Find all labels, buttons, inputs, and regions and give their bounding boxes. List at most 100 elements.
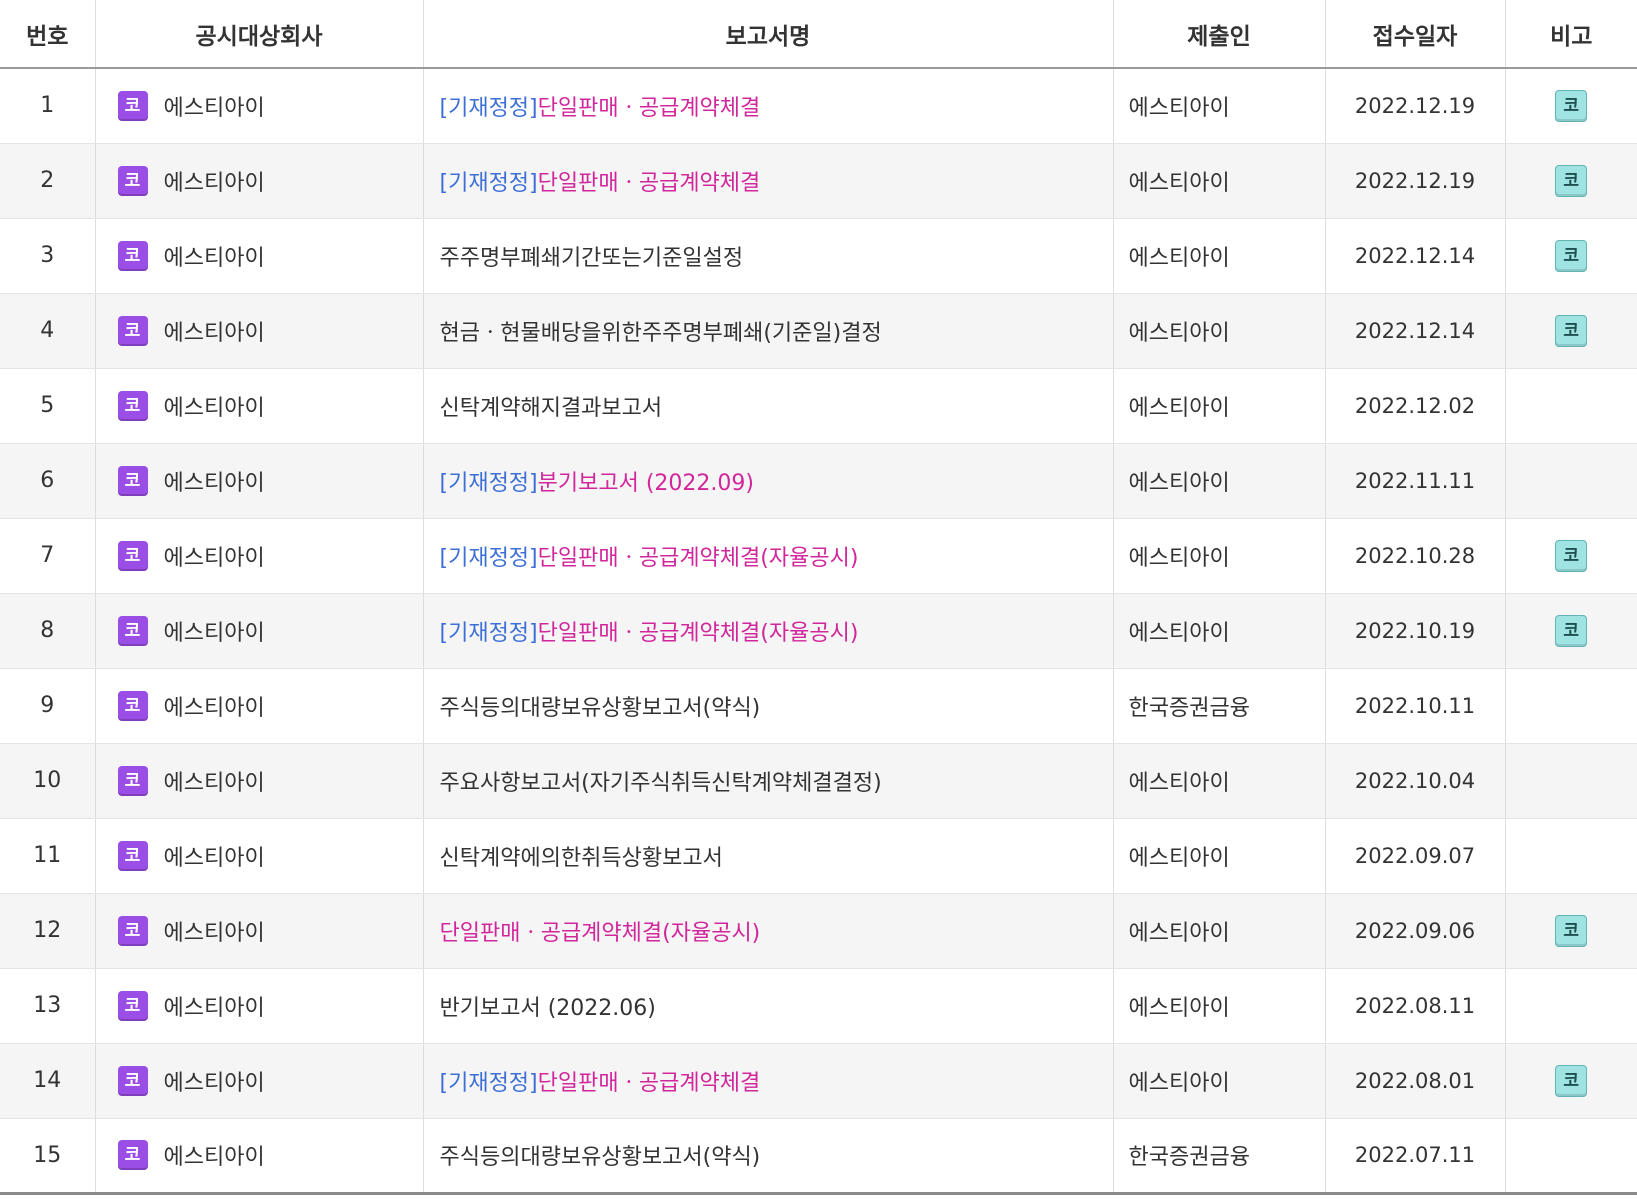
header-company[interactable]: 공시대상회사 [95,0,424,69]
row-number: 5 [0,368,96,444]
row-number-text: 11 [33,843,62,868]
table-row: 10 코 에스티아이 주요사항보고서(자기주식취득신탁계약체결결정) 에스티아이 … [0,743,1637,819]
kosdaq-market-icon: 코 [117,1140,148,1170]
filer-cell: 에스티아이 [1113,968,1326,1044]
company-link[interactable]: 에스티아이 [164,921,265,946]
company-link[interactable]: 에스티아이 [164,771,265,796]
report-link[interactable]: 현금ㆍ현물배당을위한주주명부폐쇄(기준일)결정 [440,321,882,346]
note-cell: 코 [1505,143,1637,219]
header-num[interactable]: 번호 [0,0,96,69]
report-title: 단일판매ㆍ공급계약체결(자율공시) [537,545,859,571]
company-link[interactable]: 에스티아이 [164,471,265,496]
row-number: 3 [0,218,96,294]
report-link[interactable]: 반기보고서 (2022.06) [440,996,656,1021]
receipt-date: 2022.12.14 [1354,243,1476,268]
header-row: 번호 공시대상회사 보고서명 제출인 접수일자 비고 [0,0,1637,69]
report-link[interactable]: 주식등의대량보유상황보고서(약식) [440,696,761,721]
note-cell [1505,368,1637,444]
note-cell: 코 [1505,68,1637,144]
kosdaq-remark-icon: 코 [1555,239,1588,272]
report-link[interactable]: [기재정정]단일판매ㆍ공급계약체결 [440,96,761,121]
row-number-text: 13 [33,993,62,1018]
kosdaq-market-icon: 코 [117,840,148,871]
filer-name: 한국증권금융 [1128,695,1250,721]
table-row: 7 코 에스티아이 [기재정정]단일판매ㆍ공급계약체결(자율공시) 에스티아이 2… [0,518,1637,594]
report-link[interactable]: 주주명부폐쇄기간또는기준일설정 [440,246,744,271]
report-link[interactable]: [기재정정]단일판매ㆍ공급계약체결 [440,1071,761,1096]
company-cell: 코 에스티아이 [95,968,424,1044]
filer-name: 한국증권금융 [1128,1145,1250,1170]
company-link[interactable]: 에스티아이 [164,1145,265,1170]
receipt-date: 2022.09.07 [1354,843,1476,868]
filer-cell: 에스티아이 [1113,743,1326,819]
note-cell: 코 [1505,293,1637,369]
row-number: 8 [0,593,96,669]
company-link[interactable]: 에스티아이 [164,246,265,271]
row-number-text: 14 [33,1068,62,1093]
report-link[interactable]: 단일판매ㆍ공급계약체결(자율공시) [440,921,761,946]
report-link[interactable]: 주식등의대량보유상황보고서(약식) [440,1145,761,1170]
report-link[interactable]: 신탁계약해지결과보고서 [440,396,663,421]
report-link[interactable]: [기재정정]단일판매ㆍ공급계약체결(자율공시) [440,546,859,571]
receipt-date: 2022.12.14 [1354,318,1476,343]
company-link[interactable]: 에스티아이 [164,1071,265,1096]
filer-cell: 에스티아이 [1113,518,1326,594]
date-cell: 2022.12.14 [1325,218,1506,294]
company-link[interactable]: 에스티아이 [164,396,265,421]
header-note: 비고 [1505,0,1637,69]
row-number: 13 [0,968,96,1044]
company-link[interactable]: 에스티아이 [164,696,265,721]
report-title: 분기보고서 (2022.09) [537,470,754,496]
report-link[interactable]: [기재정정]단일판매ㆍ공급계약체결(자율공시) [440,621,859,646]
note-cell: 코 [1505,593,1637,669]
correction-prefix: [기재정정] [439,170,538,196]
company-link[interactable]: 에스티아이 [164,546,265,571]
kosdaq-market-icon: 코 [117,90,148,121]
kosdaq-market-icon: 코 [117,390,148,421]
report-title: 주요사항보고서(자기주식취득신탁계약체결결정) [439,770,882,796]
kosdaq-market-icon: 코 [117,240,148,271]
row-number: 9 [0,668,96,744]
table-body: 1 코 에스티아이 [기재정정]단일판매ㆍ공급계약체결 에스티아이 2022.12… [0,68,1637,1195]
note-cell: 코 [1505,1043,1637,1119]
report-link[interactable]: 신탁계약에의한취득상황보고서 [440,846,723,871]
report-title: 신탁계약해지결과보고서 [439,395,663,421]
row-number: 12 [0,893,96,969]
company-link[interactable]: 에스티아이 [164,621,265,646]
header-date[interactable]: 접수일자 [1325,0,1506,69]
row-number-text: 12 [33,918,62,943]
table-row: 8 코 에스티아이 [기재정정]단일판매ㆍ공급계약체결(자율공시) 에스티아이 2… [0,593,1637,669]
company-link[interactable]: 에스티아이 [164,171,265,196]
receipt-date: 2022.10.04 [1354,768,1476,793]
report-link[interactable]: [기재정정]분기보고서 (2022.09) [440,471,754,496]
filer-cell: 에스티아이 [1113,893,1326,969]
filer-name: 에스티아이 [1128,920,1230,946]
report-link[interactable]: [기재정정]단일판매ㆍ공급계약체결 [440,171,761,196]
note-cell: 코 [1505,893,1637,969]
company-link[interactable]: 에스티아이 [164,321,265,346]
row-number-text: 2 [40,168,55,193]
correction-prefix: [기재정정] [439,620,538,646]
date-cell: 2022.08.11 [1325,968,1506,1044]
kosdaq-market-icon: 코 [117,915,148,946]
date-cell: 2022.10.04 [1325,743,1506,819]
kosdaq-market-icon: 코 [117,165,148,196]
receipt-date: 2022.08.11 [1354,993,1476,1018]
row-number-text: 4 [40,318,55,343]
report-link[interactable]: 주요사항보고서(자기주식취득신탁계약체결결정) [440,771,882,796]
company-link[interactable]: 에스티아이 [164,846,265,871]
company-link[interactable]: 에스티아이 [164,96,265,121]
row-number-text: 10 [33,768,62,793]
filer-cell: 한국증권금융 [1113,668,1326,744]
date-cell: 2022.10.28 [1325,518,1506,594]
filer-cell: 한국증권금융 [1113,1118,1326,1195]
filer-name: 에스티아이 [1128,770,1230,796]
filer-name: 에스티아이 [1128,395,1230,421]
report-cell: 주요사항보고서(자기주식취득신탁계약체결결정) [423,743,1114,819]
filer-cell: 에스티아이 [1113,1043,1326,1119]
company-link[interactable]: 에스티아이 [164,996,265,1021]
row-number-text: 5 [40,393,55,418]
header-report[interactable]: 보고서명 [423,0,1114,69]
table-row: 3 코 에스티아이 주주명부폐쇄기간또는기준일설정 에스티아이 2022.12.1… [0,218,1637,294]
header-filer[interactable]: 제출인 [1113,0,1326,69]
